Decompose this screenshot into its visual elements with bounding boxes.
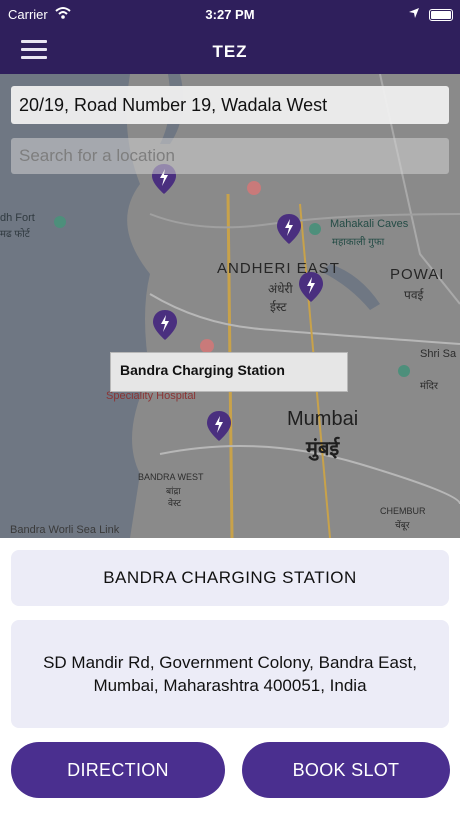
- station-name: BANDRA CHARGING STATION: [103, 568, 357, 587]
- map-label-powai-local: पवई: [404, 288, 424, 302]
- map-label-sealink: Bandra Worli Sea Link: [10, 524, 120, 536]
- station-address-card: SD Mandir Rd, Government Colony, Bandra …: [11, 620, 449, 728]
- map-label-powai: POWAI: [390, 266, 445, 283]
- map-label-bandra-west: BANDRA WEST: [138, 472, 204, 482]
- station-address-line2: Mumbai, Maharashtra 400051, India: [93, 676, 367, 695]
- direction-button[interactable]: DIRECTION: [11, 742, 225, 798]
- charging-station-pin-icon[interactable]: [299, 272, 323, 302]
- charging-station-pin-icon[interactable]: [277, 214, 301, 244]
- nav-bar: TEZ: [0, 30, 460, 74]
- map-label-fort: dh Fort: [0, 212, 35, 224]
- map-label-andheri-local-1: अंधेरी: [268, 282, 293, 296]
- address-field[interactable]: 20/19, Road Number 19, Wadala West: [11, 86, 449, 124]
- location-arrow-icon: [409, 8, 419, 18]
- station-address-line1: SD Mandir Rd, Government Colony, Bandra …: [43, 653, 417, 672]
- map-label-fort-local: मढ फोर्ट: [0, 229, 30, 240]
- map-label-mahakali-local: महाकाली गुफा: [332, 237, 385, 248]
- map-label-mahakali: Mahakali Caves: [330, 218, 409, 230]
- battery-icon: [429, 9, 453, 21]
- map-label-shri-local: मंदिर: [420, 381, 438, 392]
- app-title: TEZ: [212, 42, 248, 61]
- station-callout[interactable]: Bandra Charging Station: [110, 352, 348, 392]
- book-slot-button[interactable]: BOOK SLOT: [242, 742, 450, 798]
- clock: 3:27 PM: [205, 7, 255, 22]
- map-label-bandra-local-2: वेस्ट: [168, 498, 182, 508]
- map-label-mumbai: Mumbai: [287, 408, 359, 430]
- selected-charging-station-pin-icon[interactable]: [207, 411, 231, 441]
- charging-station-pin-icon[interactable]: [153, 310, 177, 340]
- map-label-chembur: CHEMBUR: [380, 506, 426, 516]
- map-label-chembur-local: चेंबूर: [395, 520, 410, 530]
- search-input[interactable]: [11, 138, 449, 174]
- map-label-shri-sa: Shri Sa: [420, 348, 457, 360]
- station-name-card: BANDRA CHARGING STATION: [11, 550, 449, 606]
- map-label-andheri-local-2: ईस्ट: [270, 300, 287, 314]
- map-label-mumbai-local: मुंबई: [306, 438, 340, 460]
- status-bar: Carrier 3:27 PM: [0, 0, 460, 30]
